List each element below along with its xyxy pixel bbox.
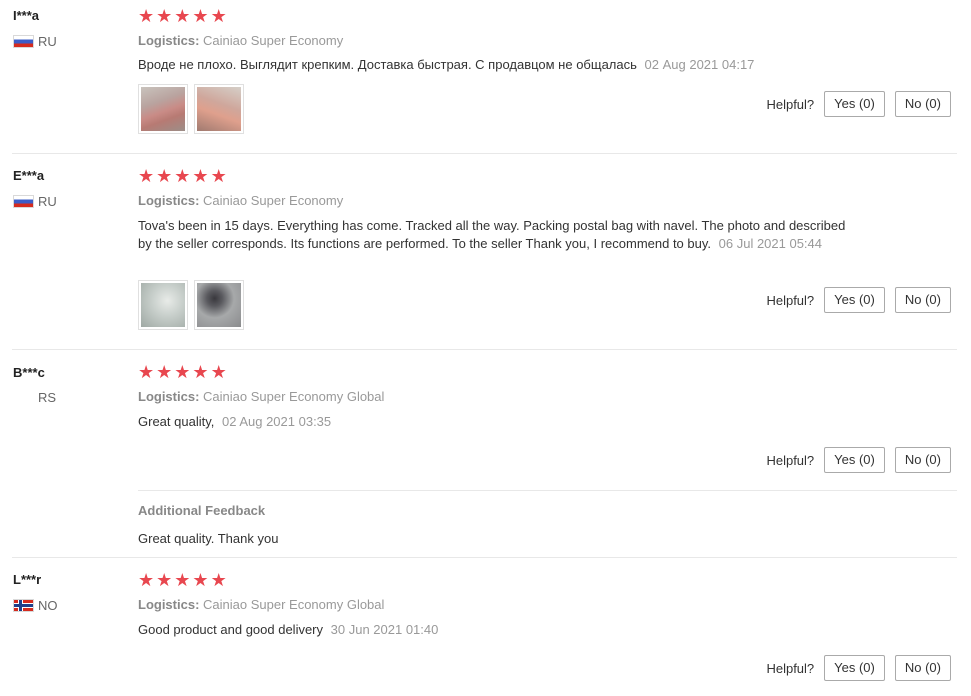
reviewer-name: I***a <box>13 8 40 23</box>
star-icon: ★ <box>210 166 227 187</box>
star-icon: ★ <box>156 6 173 27</box>
country-code: RS <box>38 390 57 405</box>
additional-feedback-text: Great quality. Thank you <box>138 531 279 546</box>
review-body: Good product and good delivery <box>138 622 324 637</box>
additional-feedback-divider <box>138 490 957 491</box>
rating-stars: ★ ★ ★ ★ ★ <box>138 364 227 382</box>
star-icon: ★ <box>174 166 191 187</box>
star-icon: ★ <box>174 6 191 27</box>
star-icon: ★ <box>210 362 227 383</box>
review-text: Good product and good delivery 30 Jun 20… <box>138 621 848 639</box>
reviewer-name: E***a <box>13 168 45 183</box>
reviewer-name: L***r <box>13 572 42 587</box>
country-code: NO <box>38 598 58 613</box>
russia-flag-icon <box>13 35 34 48</box>
review-body: Great quality, <box>138 414 215 429</box>
reviewer-country: RU <box>13 34 57 49</box>
review-date: 02 Aug 2021 03:35 <box>221 414 332 429</box>
country-code: RU <box>38 34 57 49</box>
helpful-label: Helpful? <box>766 452 815 468</box>
review-photos <box>138 280 244 330</box>
helpful-vote: Helpful? Yes (0) No (0) <box>766 287 951 313</box>
review-divider <box>12 557 957 558</box>
helpful-no-button[interactable]: No (0) <box>894 655 951 681</box>
reviewer-country: RS <box>13 390 56 405</box>
review-divider <box>12 153 957 154</box>
review-photo-thumbnail[interactable] <box>138 280 188 330</box>
reviewer-country: RU <box>13 194 57 209</box>
helpful-vote: Helpful? Yes (0) No (0) <box>766 91 951 117</box>
star-icon: ★ <box>192 6 209 27</box>
helpful-yes-button[interactable]: Yes (0) <box>824 655 885 681</box>
helpful-yes-button[interactable]: Yes (0) <box>824 447 885 473</box>
star-icon: ★ <box>138 166 155 187</box>
additional-feedback-title: Additional Feedback <box>138 503 266 518</box>
logistics-info: Logistics: Cainiao Super Economy <box>138 33 343 48</box>
helpful-label: Helpful? <box>766 96 815 112</box>
star-icon: ★ <box>174 362 191 383</box>
reviewer-country: NO <box>13 598 58 613</box>
star-icon: ★ <box>138 570 155 591</box>
star-icon: ★ <box>174 570 191 591</box>
helpful-no-button[interactable]: No (0) <box>894 91 951 117</box>
helpful-vote: Helpful? Yes (0) No (0) <box>766 447 951 473</box>
helpful-yes-button[interactable]: Yes (0) <box>824 91 885 117</box>
helpful-vote: Helpful? Yes (0) No (0) <box>766 655 951 681</box>
review-text: Tova's been in 15 days. Everything has c… <box>138 217 848 253</box>
star-icon: ★ <box>192 362 209 383</box>
logistics-value: Cainiao Super Economy <box>203 33 344 48</box>
review-divider <box>12 349 957 350</box>
star-icon: ★ <box>156 570 173 591</box>
star-icon: ★ <box>210 570 227 591</box>
review-text: Вроде не плохо. Выглядит крепким. Достав… <box>138 56 848 74</box>
reviewer-name: B***c <box>13 365 45 380</box>
logistics-value: Cainiao Super Economy <box>203 193 344 208</box>
helpful-no-button[interactable]: No (0) <box>894 447 951 473</box>
review-date: 02 Aug 2021 04:17 <box>644 57 755 72</box>
review-photo-thumbnail[interactable] <box>138 84 188 134</box>
review-photo-thumbnail[interactable] <box>194 280 244 330</box>
star-icon: ★ <box>138 362 155 383</box>
star-icon: ★ <box>192 570 209 591</box>
logistics-value: Cainiao Super Economy Global <box>203 597 385 612</box>
review-photos <box>138 84 244 134</box>
star-icon: ★ <box>192 166 209 187</box>
review-photo-thumbnail[interactable] <box>194 84 244 134</box>
logistics-value: Cainiao Super Economy Global <box>203 389 385 404</box>
star-icon: ★ <box>210 6 227 27</box>
helpful-label: Helpful? <box>766 660 815 676</box>
star-icon: ★ <box>138 6 155 27</box>
logistics-label: Logistics: <box>138 193 200 208</box>
helpful-yes-button[interactable]: Yes (0) <box>824 287 885 313</box>
logistics-info: Logistics: Cainiao Super Economy Global <box>138 597 384 612</box>
russia-flag-icon <box>13 195 34 208</box>
review-text: Great quality, 02 Aug 2021 03:35 <box>138 413 848 431</box>
rating-stars: ★ ★ ★ ★ ★ <box>138 572 227 590</box>
logistics-label: Logistics: <box>138 33 200 48</box>
star-icon: ★ <box>156 362 173 383</box>
helpful-label: Helpful? <box>766 292 815 308</box>
norway-flag-icon <box>13 599 34 612</box>
logistics-info: Logistics: Cainiao Super Economy Global <box>138 389 384 404</box>
helpful-no-button[interactable]: No (0) <box>894 287 951 313</box>
country-code: RU <box>38 194 57 209</box>
logistics-label: Logistics: <box>138 597 200 612</box>
star-icon: ★ <box>156 166 173 187</box>
logistics-label: Logistics: <box>138 389 200 404</box>
review-date: 30 Jun 2021 01:40 <box>330 622 439 637</box>
logistics-info: Logistics: Cainiao Super Economy <box>138 193 343 208</box>
review-date: 06 Jul 2021 05:44 <box>718 236 823 251</box>
review-body: Вроде не плохо. Выглядит крепким. Достав… <box>138 57 637 72</box>
rating-stars: ★ ★ ★ ★ ★ <box>138 168 227 186</box>
rating-stars: ★ ★ ★ ★ ★ <box>138 8 227 26</box>
